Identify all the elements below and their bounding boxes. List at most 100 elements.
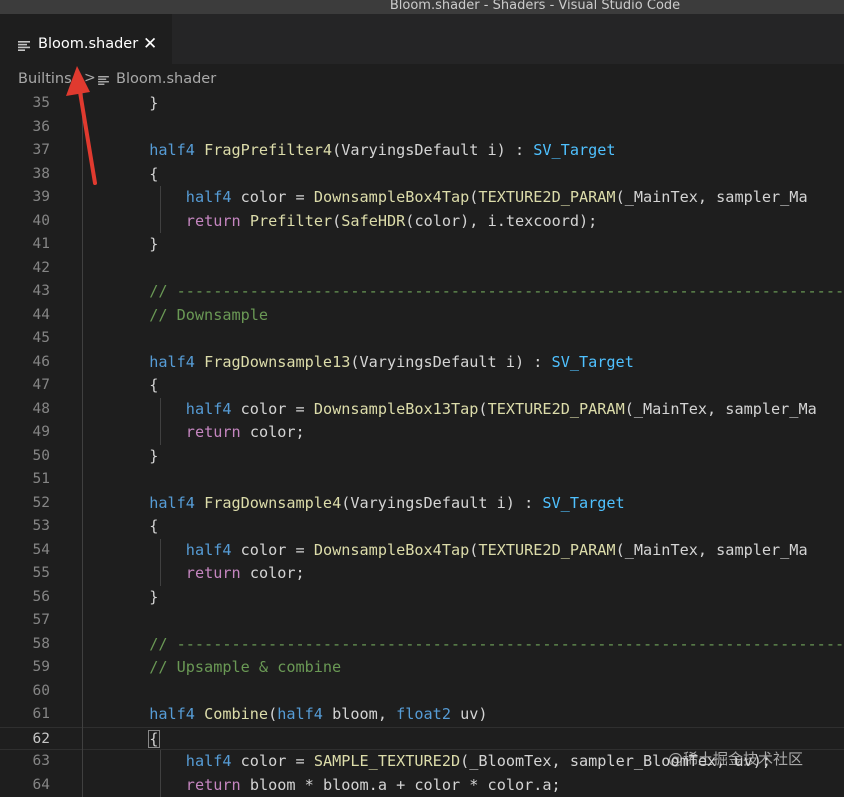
code-line[interactable]: 37half4 FragPrefilter4(VaryingsDefault i… [0, 139, 844, 163]
line-number: 42 [10, 257, 50, 281]
code-text: } [149, 92, 158, 116]
code-line[interactable]: 50} [0, 445, 844, 469]
code-token [241, 212, 250, 230]
code-token: (VaryingsDefault i) : [350, 353, 551, 371]
line-number: 51 [10, 468, 50, 492]
line-number: 44 [10, 304, 50, 328]
code-token: color = [232, 188, 314, 206]
code-text: // -------------------------------------… [149, 633, 844, 657]
line-number: 37 [10, 139, 50, 163]
code-token: ( [268, 705, 277, 723]
code-line[interactable]: 45 [0, 327, 844, 351]
code-line[interactable]: 39half4 color = DownsampleBox4Tap(TEXTUR… [0, 186, 844, 210]
code-token: return [186, 212, 241, 230]
breadcrumb-file[interactable]: Bloom.shader [116, 71, 216, 87]
code-line[interactable]: 64return bloom * bloom.a + color * color… [0, 774, 844, 797]
code-line[interactable]: 55return color; [0, 562, 844, 586]
tab-bloom-shader[interactable]: Bloom.shader ✕ [0, 14, 172, 64]
code-token: float2 [396, 705, 451, 723]
code-token: half4 [186, 400, 232, 418]
line-number: 49 [10, 421, 50, 445]
code-line[interactable]: 41} [0, 233, 844, 257]
code-token: color; [241, 423, 305, 441]
tab-label: Bloom.shader [38, 36, 138, 52]
code-line[interactable]: 35} [0, 92, 844, 116]
code-line[interactable]: 52 half4 FragDownsample4(VaryingsDefault … [0, 492, 844, 516]
code-line[interactable]: 43// -----------------------------------… [0, 280, 844, 304]
code-line[interactable]: 51 [0, 468, 844, 492]
code-token: ( [478, 400, 487, 418]
code-text: half4 FragDownsample4(VaryingsDefault i)… [149, 492, 625, 516]
code-token: SAMPLE_TEXTURE2D [314, 752, 460, 770]
code-token: half4 [149, 494, 195, 512]
indent-guide [160, 539, 161, 586]
code-editor[interactable]: 35}3637half4 FragPrefilter4(VaryingsDefa… [0, 92, 844, 793]
code-token: return [186, 423, 241, 441]
code-line[interactable]: 40return Prefilter(SafeHDR(color), i.tex… [0, 210, 844, 234]
code-text: { [149, 374, 158, 398]
code-line[interactable]: 56} [0, 586, 844, 610]
code-token: { [149, 165, 158, 183]
code-line[interactable]: 38 { [0, 163, 844, 187]
code-line[interactable]: 48 half4 color = DownsampleBox13Tap(TEXTU… [0, 398, 844, 422]
indent-guide [160, 750, 161, 797]
code-text: half4 FragDownsample13(VaryingsDefault i… [149, 351, 634, 375]
code-line[interactable]: 54half4 color = DownsampleBox4Tap(TEXTUR… [0, 539, 844, 563]
breadcrumb: Builtins > Bloom.shader [0, 64, 844, 94]
code-token: // Downsample [149, 306, 268, 324]
code-line[interactable]: 42 [0, 257, 844, 281]
line-number: 59 [10, 656, 50, 680]
line-number: 38 [10, 163, 50, 187]
code-token: SafeHDR [341, 212, 405, 230]
code-line[interactable]: 36 [0, 116, 844, 140]
code-line[interactable]: 49 return color; [0, 421, 844, 445]
code-token [195, 141, 204, 159]
code-text: half4 color = DownsampleBox13Tap(TEXTURE… [186, 398, 817, 422]
window-title: Bloom.shader - Shaders - Visual Studio C… [0, 0, 844, 13]
file-lines-icon [98, 76, 109, 85]
code-line[interactable]: 46 half4 FragDownsample13(VaryingsDefault… [0, 351, 844, 375]
indent-guide [160, 186, 161, 233]
line-number: 56 [10, 586, 50, 610]
code-token: (VaryingsDefault i) : [332, 141, 533, 159]
code-token: SV_Target [533, 141, 615, 159]
line-number: 54 [10, 539, 50, 563]
close-icon[interactable]: ✕ [143, 34, 157, 54]
code-line[interactable]: 57 [0, 609, 844, 633]
line-number: 53 [10, 515, 50, 539]
code-line[interactable]: 60 [0, 680, 844, 704]
code-token: return [186, 776, 241, 794]
line-number: 60 [10, 680, 50, 704]
line-number: 50 [10, 445, 50, 469]
code-text: { [149, 515, 158, 539]
code-token: { [149, 517, 158, 535]
code-token: color = [232, 752, 314, 770]
line-number: 52 [10, 492, 50, 516]
line-number: 55 [10, 562, 50, 586]
code-line[interactable]: 61half4 Combine(half4 bloom, float2 uv) [0, 703, 844, 727]
code-token: // Upsample & combine [149, 658, 341, 676]
code-token: DownsampleBox4Tap [314, 188, 469, 206]
code-token [195, 705, 204, 723]
code-token: half4 [277, 705, 323, 723]
code-text: { [149, 163, 158, 187]
code-token: color = [232, 400, 314, 418]
code-token: (VaryingsDefault i) : [341, 494, 542, 512]
code-text: return Prefilter(SafeHDR(color), i.texco… [186, 210, 598, 234]
code-token: color; [241, 564, 305, 582]
code-line[interactable]: 47{ [0, 374, 844, 398]
code-line[interactable]: 58// -----------------------------------… [0, 633, 844, 657]
code-token: half4 [149, 705, 195, 723]
code-line[interactable]: 53 { [0, 515, 844, 539]
code-text: } [149, 586, 158, 610]
code-text: half4 Combine(half4 bloom, float2 uv) [149, 703, 487, 727]
code-token [195, 353, 204, 371]
breadcrumb-folder[interactable]: Builtins [18, 71, 72, 87]
line-number: 48 [10, 398, 50, 422]
code-text: // Downsample [149, 304, 268, 328]
line-number: 46 [10, 351, 50, 375]
code-line[interactable]: 59 // Upsample & combine [0, 656, 844, 680]
code-line[interactable]: 62{ [0, 727, 844, 751]
code-line[interactable]: 44 // Downsample [0, 304, 844, 328]
code-text: return color; [186, 421, 305, 445]
